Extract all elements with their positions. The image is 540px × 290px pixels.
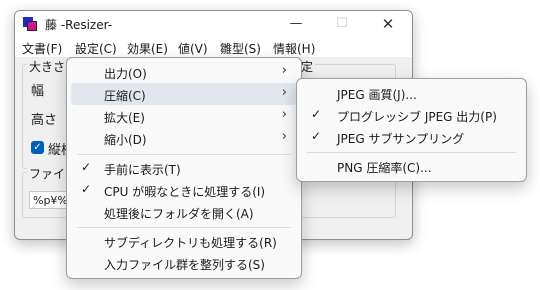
minimize-button[interactable]: — bbox=[273, 11, 319, 37]
submenu-arrow-icon: › bbox=[281, 85, 287, 100]
menu-item-idle-processing[interactable]: ✓ CPU が暇なときに処理する(I) bbox=[71, 179, 297, 201]
submenu-arrow-icon: › bbox=[281, 107, 287, 122]
menu-templates[interactable]: 雛型(S) bbox=[220, 40, 261, 57]
maximize-button[interactable]: ☐ bbox=[319, 11, 365, 37]
submenu-arrow-icon: › bbox=[281, 129, 287, 144]
menu-settings[interactable]: 設定(C) bbox=[75, 40, 117, 57]
menu-item-label: サブディレクトリも処理する(R) bbox=[104, 236, 277, 250]
check-icon: ✓ bbox=[81, 160, 92, 174]
menu-item-label: JPEG 画質(J)... bbox=[337, 88, 417, 102]
menu-item-label: PNG 圧縮率(C)... bbox=[337, 161, 432, 175]
height-label: 高さ bbox=[31, 113, 58, 128]
menu-item-label: 入力ファイル群を整列する(S) bbox=[104, 258, 265, 272]
app-icon bbox=[23, 17, 37, 31]
menu-item-compress[interactable]: 圧縮(C) › bbox=[71, 83, 297, 105]
submenu-arrow-icon: › bbox=[281, 63, 287, 78]
menu-item-shrink[interactable]: 縮小(D) › bbox=[71, 127, 297, 149]
menu-item-label: CPU が暇なときに処理する(I) bbox=[104, 185, 266, 199]
menu-item-sort-inputs[interactable]: 入力ファイル群を整列する(S) bbox=[71, 252, 297, 274]
menu-item-label: 手前に表示(T) bbox=[104, 163, 181, 177]
menu-item-png-compression[interactable]: PNG 圧縮率(C)... bbox=[301, 155, 522, 177]
width-label: 幅 bbox=[31, 84, 45, 99]
menu-item-subdirectories[interactable]: サブディレクトリも処理する(R) bbox=[71, 230, 297, 252]
title-bar[interactable]: 藤 -Resizer- — ☐ ✕ bbox=[15, 11, 412, 37]
window-title: 藤 -Resizer- bbox=[45, 18, 113, 32]
menu-item-label: JPEG サブサンプリング bbox=[337, 132, 465, 146]
menu-file[interactable]: 文書(F) bbox=[22, 40, 62, 57]
menu-item-progressive-jpeg[interactable]: ✓ プログレッシブ JPEG 出力(P) bbox=[301, 104, 522, 126]
menu-separator bbox=[77, 154, 291, 155]
menu-item-label: プログレッシブ JPEG 出力(P) bbox=[337, 110, 497, 124]
settings-menu: 出力(O) › 圧縮(C) › 拡大(E) › 縮小(D) › ✓ 手前に表示(… bbox=[66, 57, 302, 279]
menu-separator bbox=[307, 152, 516, 153]
menu-item-enlarge[interactable]: 拡大(E) › bbox=[71, 105, 297, 127]
menu-item-label: 処理後にフォルダを開く(A) bbox=[104, 207, 254, 221]
menu-item-open-folder[interactable]: 処理後にフォルダを開く(A) bbox=[71, 201, 297, 223]
check-icon: ✓ bbox=[311, 107, 322, 121]
menu-item-label: 拡大(E) bbox=[104, 111, 145, 125]
check-icon: ✓ bbox=[81, 182, 92, 196]
menu-item-jpeg-subsampling[interactable]: ✓ JPEG サブサンプリング bbox=[301, 126, 522, 148]
menu-item-label: 縮小(D) bbox=[104, 133, 147, 147]
menu-item-always-on-top[interactable]: ✓ 手前に表示(T) bbox=[71, 157, 297, 179]
compress-submenu: JPEG 画質(J)... ✓ プログレッシブ JPEG 出力(P) ✓ JPE… bbox=[296, 78, 527, 182]
menu-effects[interactable]: 効果(E) bbox=[127, 40, 168, 57]
menu-info[interactable]: 情報(H) bbox=[273, 40, 315, 57]
size-group-title: 大きさ bbox=[27, 58, 68, 75]
menu-values[interactable]: 値(V) bbox=[178, 40, 208, 57]
menu-separator bbox=[77, 227, 291, 228]
close-button[interactable]: ✕ bbox=[365, 11, 411, 37]
aspect-checkbox[interactable]: ✓ bbox=[31, 141, 44, 154]
menu-item-label: 圧縮(C) bbox=[104, 89, 146, 103]
menu-item-label: 出力(O) bbox=[104, 67, 147, 81]
menu-item-output[interactable]: 出力(O) › bbox=[71, 61, 297, 83]
menu-item-jpeg-quality[interactable]: JPEG 画質(J)... bbox=[301, 82, 522, 104]
check-icon: ✓ bbox=[311, 129, 322, 143]
menu-bar: 文書(F) 設定(C) 効果(E) 値(V) 雛型(S) 情報(H) bbox=[15, 37, 412, 58]
